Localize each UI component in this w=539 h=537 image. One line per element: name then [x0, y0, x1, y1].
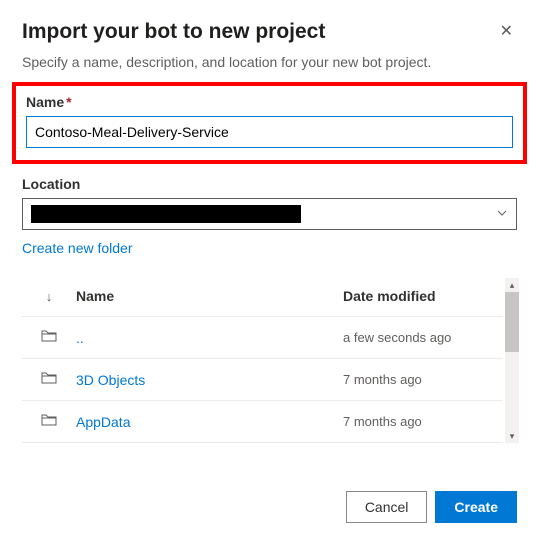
cancel-button[interactable]: Cancel [346, 491, 428, 523]
required-indicator: * [66, 94, 71, 110]
dialog-subtitle: Specify a name, description, and locatio… [22, 54, 517, 70]
location-label: Location [22, 176, 517, 192]
chevron-down-icon [496, 207, 508, 222]
table-row[interactable]: .. a few seconds ago [22, 317, 503, 359]
folder-icon [41, 413, 57, 430]
name-field-highlight: Name* [12, 82, 527, 164]
row-name[interactable]: .. [76, 330, 343, 346]
table-header: ↓ Name Date modified [22, 278, 503, 317]
sort-arrow-icon: ↓ [46, 289, 53, 304]
scroll-thumb[interactable] [505, 292, 519, 352]
folder-icon [41, 371, 57, 388]
row-date: 7 months ago [343, 414, 503, 429]
header-modified[interactable]: Date modified [343, 288, 503, 304]
location-dropdown[interactable] [22, 198, 517, 230]
row-date: a few seconds ago [343, 330, 503, 345]
folder-icon [41, 329, 57, 346]
name-label-text: Name [26, 94, 64, 110]
scrollbar[interactable]: ▴ ▾ [505, 278, 519, 443]
sort-column[interactable]: ↓ [22, 289, 76, 304]
name-label: Name* [26, 94, 513, 110]
scroll-up-icon[interactable]: ▴ [505, 278, 519, 292]
dialog-title: Import your bot to new project [22, 20, 325, 44]
row-name[interactable]: 3D Objects [76, 372, 343, 388]
name-input[interactable] [26, 116, 513, 148]
close-button[interactable]: ✕ [496, 20, 517, 44]
table-row[interactable]: AppData 7 months ago [22, 401, 503, 443]
create-button[interactable]: Create [435, 491, 517, 523]
row-name[interactable]: AppData [76, 414, 343, 430]
file-browser: ▴ ▾ ↓ Name Date modified .. a few second… [22, 278, 517, 443]
scroll-down-icon[interactable]: ▾ [505, 429, 519, 443]
create-new-folder-link[interactable]: Create new folder [22, 240, 133, 256]
close-icon: ✕ [500, 23, 513, 40]
dialog-footer: Cancel Create [346, 491, 517, 523]
row-date: 7 months ago [343, 372, 503, 387]
header-name[interactable]: Name [76, 288, 343, 304]
table-row[interactable]: 3D Objects 7 months ago [22, 359, 503, 401]
location-value-redacted [31, 205, 301, 223]
